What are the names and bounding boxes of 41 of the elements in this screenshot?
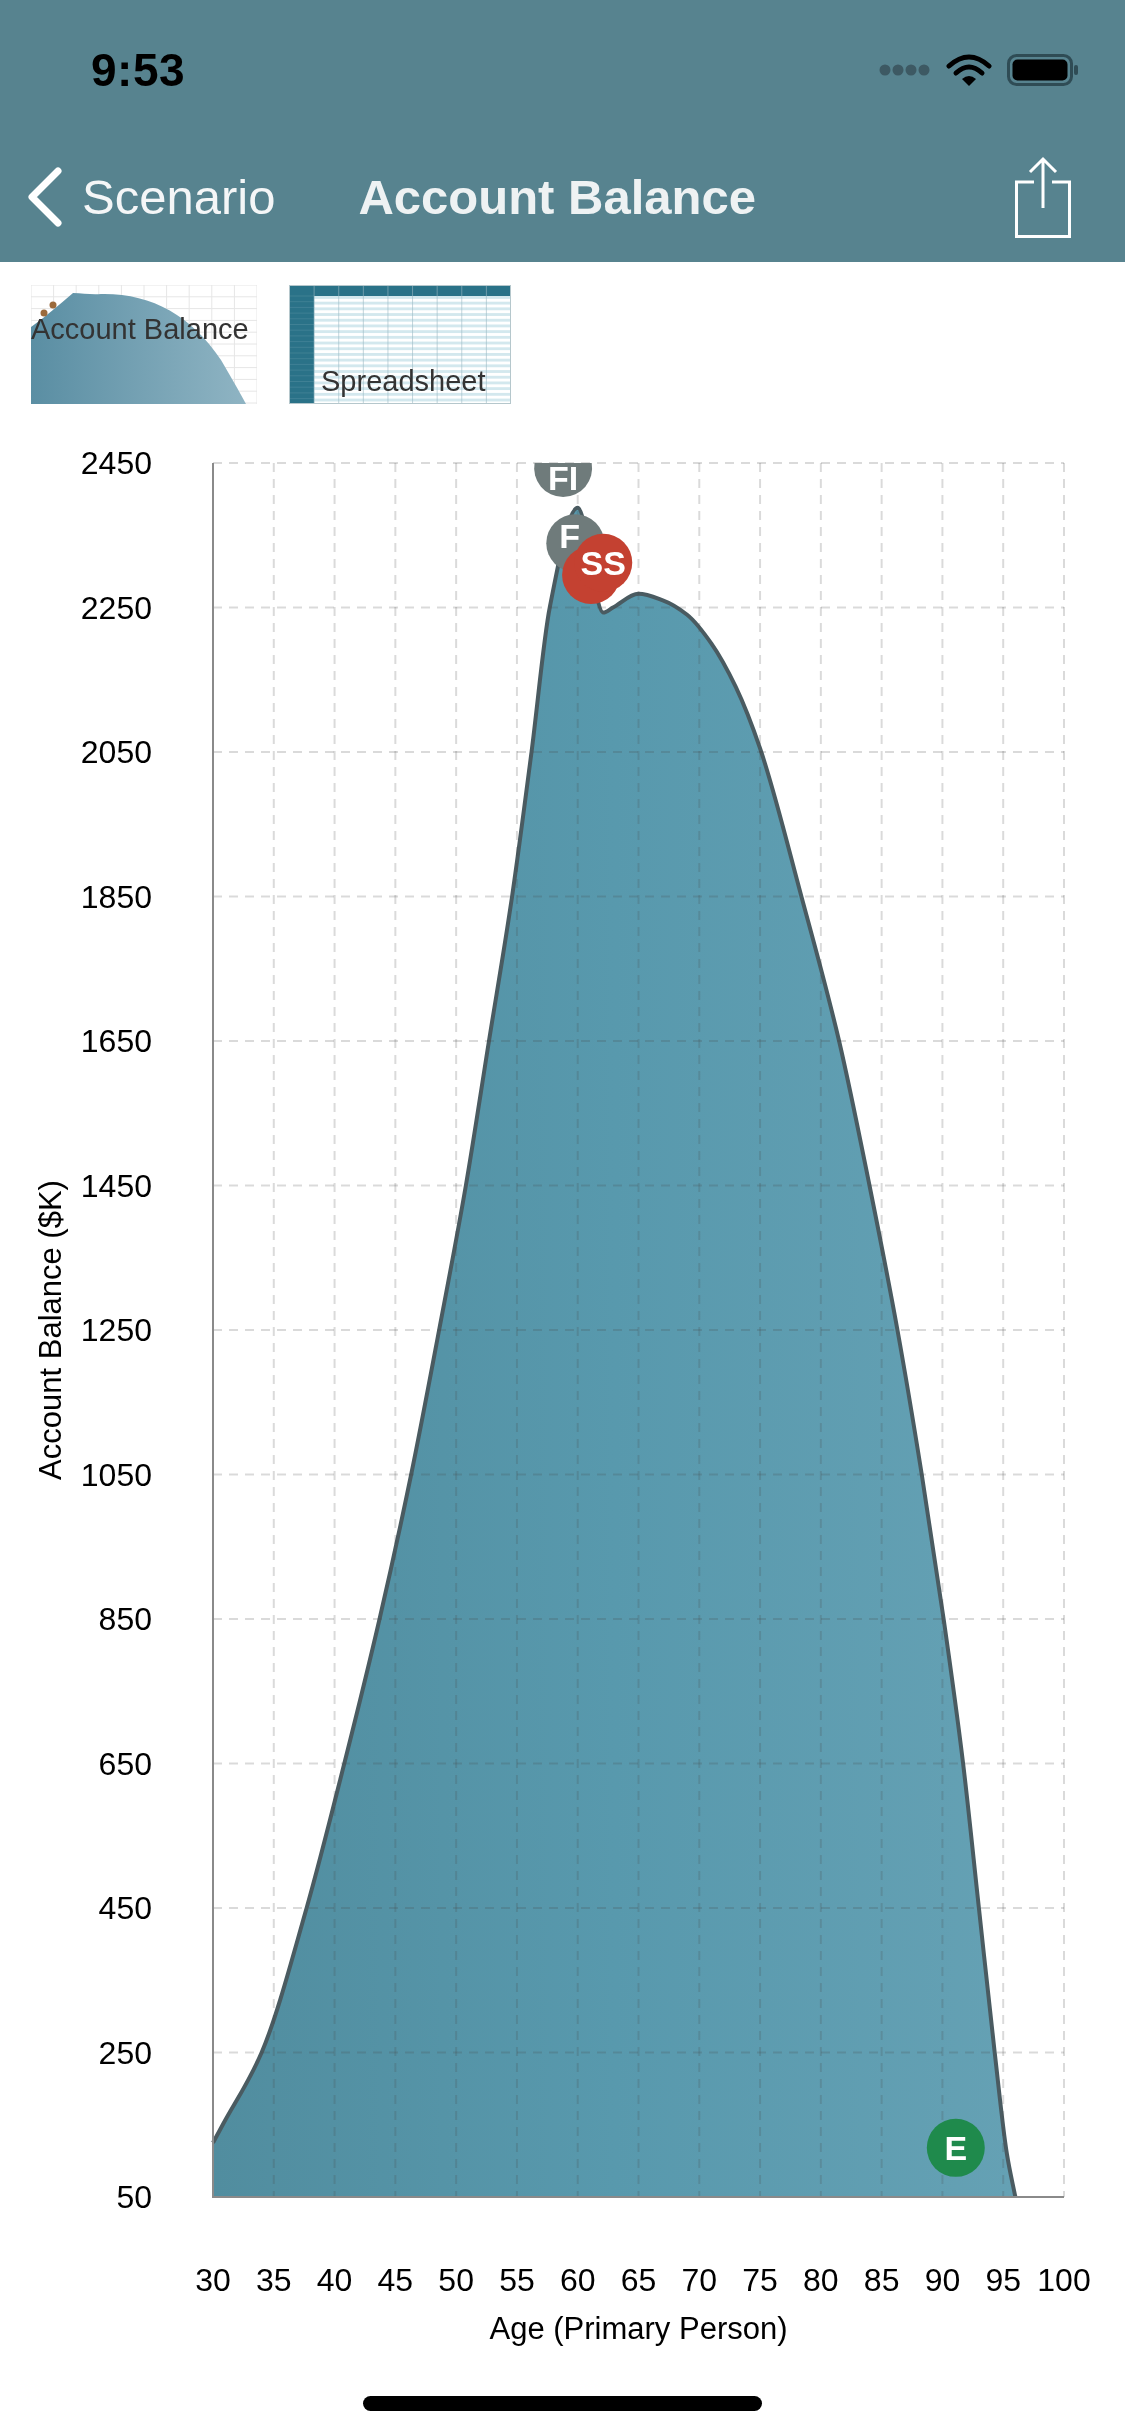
x-axis-title: Age (Primary Person) bbox=[489, 2311, 788, 2346]
share-icon bbox=[1015, 156, 1071, 238]
x-tick-label: 30 bbox=[195, 2262, 231, 2298]
y-tick-label: 1850 bbox=[80, 878, 152, 915]
back-button[interactable]: Scenario bbox=[27, 167, 276, 227]
x-tick-label: 60 bbox=[559, 2262, 596, 2298]
y-tick-label: 1250 bbox=[80, 1312, 152, 1348]
y-axis-title: Account Balance ($K) bbox=[33, 1180, 68, 1480]
y-tick-label: 850 bbox=[98, 1601, 152, 1637]
y-tick-label: 650 bbox=[98, 1745, 152, 1782]
x-tick-label: 40 bbox=[316, 2262, 353, 2298]
nav-title: Account Balance bbox=[358, 169, 756, 225]
x-tick-label: 65 bbox=[620, 2262, 657, 2298]
x-tick-label: 75 bbox=[742, 2262, 778, 2298]
y-tick-label: 1050 bbox=[80, 1456, 152, 1493]
wifi-icon bbox=[946, 53, 992, 87]
y-tick-label: 1650 bbox=[80, 1023, 152, 1059]
status-time: 9:53 bbox=[91, 43, 186, 97]
y-tick-label: 1450 bbox=[80, 1167, 152, 1204]
y-tick-label: 450 bbox=[98, 1890, 152, 1926]
y-tick-label: 2450 bbox=[80, 445, 152, 481]
y-tick-label: 250 bbox=[98, 2034, 152, 2071]
x-tick-label: 70 bbox=[681, 2262, 718, 2298]
signal-icon bbox=[879, 64, 931, 76]
x-tick-label: 90 bbox=[924, 2262, 961, 2298]
spreadsheet-thumbnail-button[interactable]: Spreadsheet bbox=[289, 285, 511, 404]
x-tick-label: 80 bbox=[803, 2262, 839, 2298]
y-tick-label: 2050 bbox=[80, 734, 152, 770]
milestone-marker: E bbox=[926, 2118, 985, 2177]
x-tick-label: 45 bbox=[377, 2262, 414, 2298]
x-tick-label: 55 bbox=[499, 2262, 535, 2298]
y-tick-label: 2250 bbox=[80, 589, 152, 626]
share-button[interactable] bbox=[1015, 156, 1071, 238]
x-tick-label: 50 bbox=[438, 2262, 474, 2298]
x-tick-label: 35 bbox=[256, 2262, 292, 2298]
battery-icon bbox=[1007, 54, 1079, 86]
x-tick-label: 100 bbox=[1037, 2262, 1091, 2298]
back-chevron-icon bbox=[27, 167, 63, 227]
x-tick-label: 95 bbox=[985, 2262, 1021, 2298]
x-tick-label: 85 bbox=[863, 2262, 900, 2298]
y-tick-label: 50 bbox=[116, 2179, 152, 2215]
